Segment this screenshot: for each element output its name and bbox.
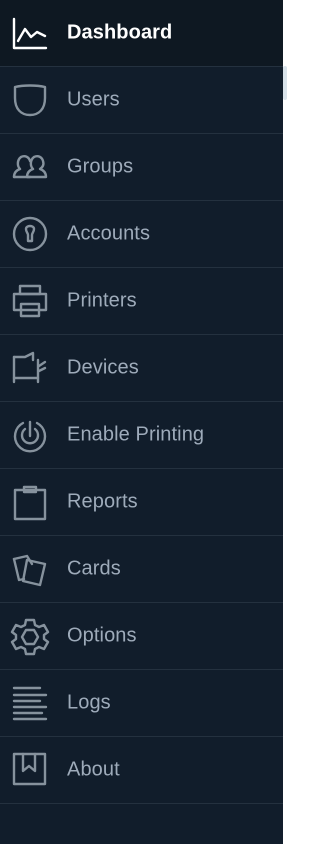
user-icon: [11, 81, 49, 119]
sidebar-item-reports[interactable]: Reports: [0, 469, 283, 536]
scrollbar-track[interactable]: [283, 0, 289, 844]
scrollbar-thumb[interactable]: [283, 66, 287, 100]
sidebar-item-label: Accounts: [67, 222, 151, 245]
target-icon: [11, 416, 49, 454]
sidebar-item-label: Users: [67, 88, 120, 111]
sidebar-item-label: About: [67, 758, 120, 781]
clipboard-icon: [11, 483, 49, 521]
sidebar-item-printers[interactable]: Printers: [0, 268, 283, 335]
sidebar-item-accounts[interactable]: Accounts: [0, 201, 283, 268]
sidebar-item-logs[interactable]: Logs: [0, 670, 283, 737]
keyhole-icon: [11, 215, 49, 253]
sidebar-item-label: Dashboard: [67, 21, 173, 44]
lines-icon: [11, 684, 49, 722]
printer-icon: [11, 282, 49, 320]
gear-icon: [10, 617, 50, 656]
chart-line-icon: [11, 14, 49, 52]
sidebar-item-options[interactable]: Options: [0, 603, 283, 670]
sidebar-item-label: Logs: [67, 691, 111, 714]
sidebar-item-about[interactable]: About: [0, 737, 283, 804]
device-icon: [11, 349, 49, 387]
sidebar-item-cards[interactable]: Cards: [0, 536, 283, 603]
sidebar-item-label: Printers: [67, 289, 137, 312]
sidebar-item-label: Groups: [67, 155, 134, 178]
sidebar-item-users[interactable]: Users: [0, 67, 283, 134]
bookmark-icon: [11, 751, 49, 789]
cards-icon: [11, 550, 49, 588]
sidebar-item-label: Devices: [67, 356, 139, 379]
sidebar-item-label: Cards: [67, 557, 121, 580]
sidebar-item-label: Enable Printing: [67, 423, 205, 446]
group-icon: [11, 148, 49, 186]
sidebar-item-groups[interactable]: Groups: [0, 134, 283, 201]
sidebar-item-dashboard[interactable]: Dashboard: [0, 0, 283, 67]
sidebar-item-label: Options: [67, 624, 137, 647]
sidebar-item-enable-printing[interactable]: Enable Printing: [0, 402, 283, 469]
sidebar-item-label: Reports: [67, 490, 138, 513]
sidebar-nav: Dashboard Users Groups Accounts Printers…: [0, 0, 283, 844]
sidebar-item-devices[interactable]: Devices: [0, 335, 283, 402]
